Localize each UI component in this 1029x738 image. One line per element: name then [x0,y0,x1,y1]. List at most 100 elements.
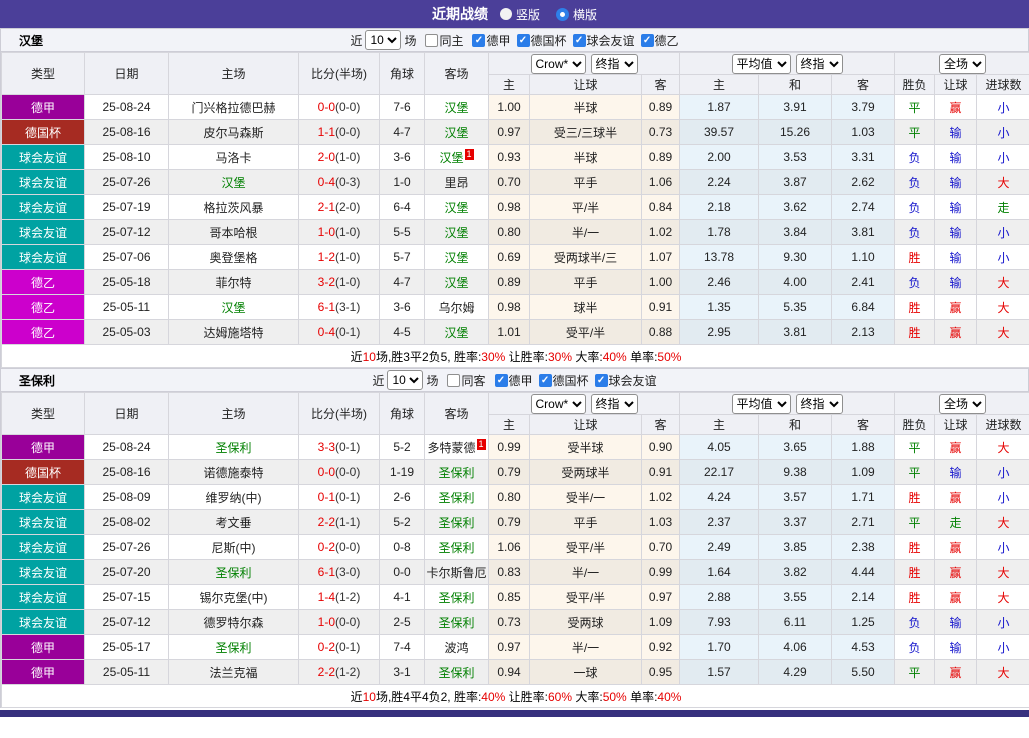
fulltime-score: 1-4 [317,590,335,604]
focal-team-link[interactable]: 圣保利 [438,541,474,555]
league-filter-德甲[interactable]: ✓ 德甲 [489,372,533,389]
focal-team-link[interactable]: 圣保利 [215,641,251,655]
focal-team-link[interactable]: 汉堡 [444,226,468,240]
average-final-select[interactable]: 终指 [795,393,843,414]
recent-count-select[interactable]: 10 [387,370,424,390]
league-filter-德国杯[interactable]: ✓ 德国杯 [511,32,567,49]
focal-team-link[interactable]: 汉堡 [444,201,468,215]
halftime-score: (0-0) [335,100,361,114]
col-header-avg-home: 主 [679,414,759,435]
goals-result-cell-text: 小 [997,225,1010,240]
focal-team-link[interactable]: 汉堡 [444,326,468,340]
league-filter-球会友谊[interactable]: ✓ 球会友谊 [567,32,635,49]
focal-team-link[interactable]: 圣保利 [438,516,474,530]
focal-team-link[interactable]: 汉堡 [439,151,463,165]
focal-team-link[interactable]: 汉堡 [444,276,468,290]
focal-team-link[interactable]: 圣保利 [215,566,251,580]
odds-away-cell: 0.99 [641,559,680,585]
handicap-result-cell: 输 [934,634,978,660]
focal-team-link[interactable]: 圣保利 [438,466,474,480]
checkbox-checked-icon[interactable]: ✓ [538,373,552,387]
halftime-score: (0-0) [335,125,361,139]
checkbox-unchecked-icon[interactable] [447,373,461,387]
focal-team-link[interactable]: 圣保利 [215,441,251,455]
odds-final-select[interactable]: 终指 [590,53,638,74]
result-cell: 胜 [894,484,936,510]
summary-stat-value: 40% [657,689,682,704]
focal-team-link[interactable]: 汉堡 [444,126,468,140]
checkbox-checked-icon[interactable]: ✓ [472,33,486,47]
checkbox-checked-icon[interactable]: ✓ [640,33,654,47]
league-type-cell: 球会友谊 [1,169,85,195]
focal-team-link[interactable]: 圣保利 [438,491,474,505]
recent-count-select[interactable]: 10 [365,30,402,50]
radio-vertical-layout[interactable]: 竖版 [499,6,540,23]
scope-select[interactable]: 全场 [939,393,987,414]
avg-home-cell: 2.24 [679,169,759,195]
avg-home-cell: 1.70 [679,634,759,660]
radio-horizontal-layout[interactable]: 横版 [556,6,597,23]
fulltime-score: 1-2 [317,250,335,264]
result-cell: 负 [894,144,936,170]
goals-result-cell-text: 大 [997,300,1010,315]
opponent-team: 门兴格拉德巴赫 [191,100,276,115]
league-filter-德甲[interactable]: ✓ 德甲 [466,32,511,49]
avg-away-cell: 4.53 [830,634,896,660]
odds-handicap-cell: 受三/三球半 [529,119,642,145]
fulltime-score: 0-4 [317,325,335,339]
avg-away-cell: 3.81 [830,219,896,245]
focal-team-link[interactable]: 汉堡 [444,251,468,265]
home-team-cell: 诺德施泰特 [168,459,299,485]
summary-stat-value: 40% [602,349,627,364]
halftime-score: (1-0) [335,150,361,164]
average-select[interactable]: 平均值 [731,53,791,74]
league-type-cell: 球会友谊 [1,509,85,535]
league-filter-德国杯[interactable]: ✓ 德国杯 [533,372,589,389]
summary-stat-label: 让胜率: [505,349,548,364]
goals-result-cell: 小 [976,119,1029,145]
odds-company-select[interactable]: Crow* [530,53,586,74]
average-select[interactable]: 平均值 [731,393,791,414]
checkbox-unchecked-icon[interactable] [425,33,439,47]
checkbox-checked-icon[interactable]: ✓ [594,373,608,387]
league-filter-德乙[interactable]: ✓ 德乙 [635,32,679,49]
checkbox-checked-icon[interactable]: ✓ [516,33,530,47]
avg-home-cell: 1.78 [679,219,759,245]
score-cell: 1-1(0-0) [298,119,380,145]
average-final-select[interactable]: 终指 [795,53,843,74]
checkbox-checked-icon[interactable]: ✓ [494,373,508,387]
scope-select[interactable]: 全场 [939,53,987,74]
handicap-result-cell-text: 赢 [949,100,962,115]
avg-home-cell: 4.05 [679,434,759,460]
date-cell: 25-07-15 [84,584,169,610]
away-team-cell: 圣保利 [424,584,489,610]
radio-unselected-icon[interactable] [499,8,512,20]
match-row: 球会友谊 25-07-26 汉堡 0-4(0-3) 1-0 里昂 0.70 平手 1.06 2.2… [1,169,1029,195]
avg-away-cell: 1.09 [830,459,896,485]
match-row: 球会友谊 25-07-15 锡尔克堡(中) 1-4(1-2) 4-1 圣保利 0.85 受平/… [1,584,1029,610]
goals-result-cell-text: 大 [997,440,1010,455]
focal-team-link[interactable]: 汉堡 [444,101,468,115]
summary-stat-value: 10 [362,349,376,364]
focal-team-link[interactable]: 圣保利 [438,591,474,605]
halftime-score: (1-2) [335,665,361,679]
checkbox-checked-icon[interactable]: ✓ [572,33,586,47]
goals-result-cell: 大 [976,659,1029,685]
odds-handicap-cell: 受两球半/三 [529,244,642,270]
focal-team-link[interactable]: 圣保利 [438,616,474,630]
focal-team-link[interactable]: 汉堡 [221,301,245,315]
league-type-cell: 德乙 [1,269,85,295]
league-filter-球会友谊[interactable]: ✓ 球会友谊 [589,372,657,389]
handicap-result-cell: 赢 [934,659,978,685]
radio-selected-icon[interactable] [556,7,569,21]
focal-team-link[interactable]: 圣保利 [438,666,474,680]
avg-draw-cell: 4.00 [758,269,832,295]
same-venue-filter[interactable]: 同客 [441,372,486,389]
result-cell: 平 [894,459,936,485]
odds-handicap-cell: 平手 [529,509,642,535]
odds-company-select[interactable]: Crow* [530,393,586,414]
odds-final-select[interactable]: 终指 [590,393,638,414]
same-venue-filter[interactable]: 同主 [419,32,463,49]
focal-team-link[interactable]: 汉堡 [221,176,245,190]
avg-draw-cell: 6.11 [758,609,832,635]
